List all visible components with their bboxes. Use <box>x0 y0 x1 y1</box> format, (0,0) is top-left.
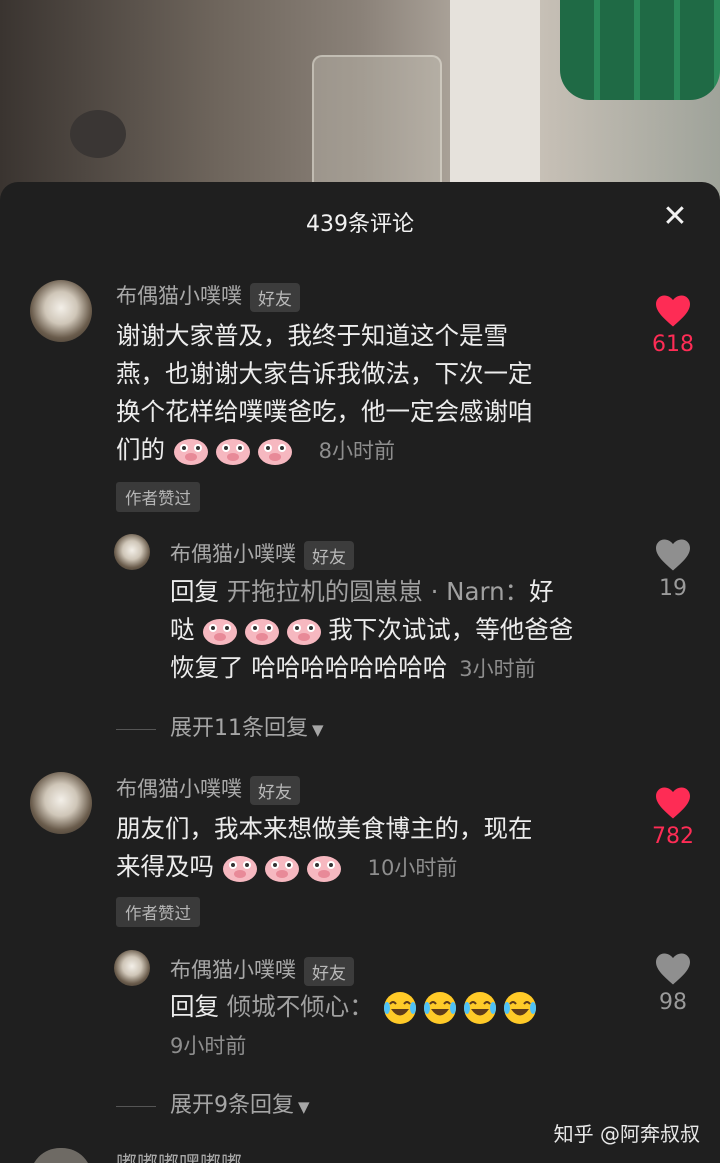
comment-username[interactable]: 嘟嘟嘟嘿嘟嘟 <box>116 1150 242 1163</box>
reply-text: 回复 倾城不倾心： 9小时前 <box>170 988 640 1065</box>
reply-line-text: 恢复了 哈哈哈哈哈哈哈哈 <box>170 653 448 682</box>
reply-keyword: 回复 <box>170 992 219 1021</box>
reply-line: 回复 倾城不倾心： <box>170 988 640 1026</box>
pig-emoji-icon <box>257 439 292 465</box>
timestamp: 8小时前 <box>318 439 395 463</box>
username-text[interactable]: 布偶猫小噗噗 <box>170 958 296 982</box>
bg-pole <box>450 0 540 200</box>
reply-line: 恢复了 哈哈哈哈哈哈哈哈 3小时前 <box>170 649 640 688</box>
timestamp: 3小时前 <box>459 657 536 681</box>
comment-line: 谢谢大家普及，我终于知道这个是雪 <box>116 321 508 350</box>
comment-username[interactable]: 布偶猫小噗噗 好友 <box>116 280 300 312</box>
pig-emoji-icon <box>173 439 208 465</box>
comment-line: 来得及吗 10小时前 <box>116 848 636 887</box>
heart-icon <box>656 295 690 327</box>
reply-line: 哒 我下次试试，等他爸爸 <box>170 611 640 649</box>
heart-icon <box>656 539 690 571</box>
comments-sheet: 439条评论 ✕ 布偶猫小噗噗 好友 谢谢大家普及，我终于知道这个是雪 燕，也谢谢… <box>0 182 720 1163</box>
watermark-text: 知乎 @阿奔叔叔 <box>553 1122 700 1146</box>
avatar[interactable] <box>114 534 150 570</box>
heart-icon <box>656 787 690 819</box>
expand-replies-button[interactable]: 展开11条回复 ▼ <box>116 710 324 742</box>
pig-emoji-icon <box>245 619 280 645</box>
bg-jar <box>312 55 442 200</box>
comment-line: 们的 8小时前 <box>116 431 636 470</box>
comment-text: 朋友们，我本来想做美食博主的，现在 来得及吗 10小时前 <box>116 810 636 887</box>
pig-emoji-icon <box>222 856 257 882</box>
username-text[interactable]: 布偶猫小噗噗 <box>116 777 242 801</box>
comment-line: 朋友们，我本来想做美食博主的，现在 <box>116 814 533 843</box>
like-button[interactable]: 618 <box>638 294 708 357</box>
author-liked-tag: 作者赞过 <box>116 482 200 512</box>
timestamp: 10小时前 <box>367 856 458 880</box>
expand-replies-button[interactable]: 展开9条回复 ▼ <box>116 1087 310 1119</box>
like-count: 782 <box>652 824 694 849</box>
author-liked-tag: 作者赞过 <box>116 897 200 927</box>
reply-line: 9小时前 <box>170 1026 640 1065</box>
like-count: 618 <box>652 332 694 357</box>
like-button[interactable]: 782 <box>638 786 708 849</box>
divider-line <box>116 1105 156 1107</box>
laugh-cry-emoji-icon <box>463 992 496 1024</box>
reply-line-text: 哒 <box>170 615 195 644</box>
reply-target-user[interactable]: 开拖拉机的圆崽崽 · Narn： <box>227 577 529 606</box>
close-icon[interactable]: ✕ <box>660 202 690 232</box>
like-button[interactable]: 98 <box>638 952 708 1015</box>
friend-badge: 好友 <box>250 282 300 312</box>
reply-target-user[interactable]: 倾城不倾心： <box>227 992 374 1021</box>
comment-line: 换个花样给噗噗爸吃，他一定会感谢咱 <box>116 397 533 426</box>
comments-count-title: 439条评论 <box>306 212 414 237</box>
comment-line-text: 来得及吗 <box>116 852 214 881</box>
laugh-cry-emoji-icon <box>503 992 536 1024</box>
comment-username[interactable]: 布偶猫小噗噗 好友 <box>116 773 300 805</box>
pig-emoji-icon <box>264 856 299 882</box>
avatar[interactable] <box>30 280 92 342</box>
reply-line-text: 好 <box>529 577 554 606</box>
comment-line: 燕，也谢谢大家告诉我做法，下次一定 <box>116 359 533 388</box>
like-button[interactable]: 19 <box>638 538 708 601</box>
pig-emoji-icon <box>306 856 341 882</box>
reply-username[interactable]: 布偶猫小噗噗 好友 <box>170 954 354 986</box>
avatar[interactable] <box>30 772 92 834</box>
username-text[interactable]: 布偶猫小噗噗 <box>116 284 242 308</box>
bg-ladle <box>70 110 126 158</box>
heart-icon <box>656 953 690 985</box>
reply-username[interactable]: 布偶猫小噗噗 好友 <box>170 538 354 570</box>
laugh-cry-emoji-icon <box>423 992 456 1024</box>
friend-badge: 好友 <box>250 775 300 805</box>
timestamp: 9小时前 <box>170 1034 247 1058</box>
pig-emoji-icon <box>215 439 250 465</box>
friend-badge: 好友 <box>304 956 354 986</box>
expand-label[interactable]: 展开9条回复 <box>170 1093 294 1118</box>
video-background <box>0 0 720 200</box>
pig-emoji-icon <box>287 619 322 645</box>
like-count: 19 <box>659 576 687 601</box>
reply-keyword: 回复 <box>170 577 219 606</box>
expand-label[interactable]: 展开11条回复 <box>170 716 308 741</box>
avatar[interactable] <box>30 1148 92 1163</box>
bg-plant <box>560 0 720 100</box>
laugh-cry-emoji-icon <box>383 992 416 1024</box>
comment-line-text: 们的 <box>116 435 165 464</box>
comment-text: 谢谢大家普及，我终于知道这个是雪 燕，也谢谢大家告诉我做法，下次一定 换个花样给… <box>116 317 636 470</box>
divider-line <box>116 728 156 730</box>
username-text[interactable]: 布偶猫小噗噗 <box>170 542 296 566</box>
like-count: 98 <box>659 990 687 1015</box>
caret-down-icon: ▼ <box>298 1098 310 1116</box>
reply-line-text: 我下次试试，等他爸爸 <box>328 615 574 644</box>
pig-emoji-icon <box>203 619 238 645</box>
caret-down-icon: ▼ <box>312 721 324 739</box>
reply-line: 回复 开拖拉机的圆崽崽 · Narn：好 <box>170 573 640 611</box>
reply-text: 回复 开拖拉机的圆崽崽 · Narn：好 哒 我下次试试，等他爸爸 恢复了 哈哈… <box>170 573 640 688</box>
friend-badge: 好友 <box>304 540 354 570</box>
avatar[interactable] <box>114 950 150 986</box>
